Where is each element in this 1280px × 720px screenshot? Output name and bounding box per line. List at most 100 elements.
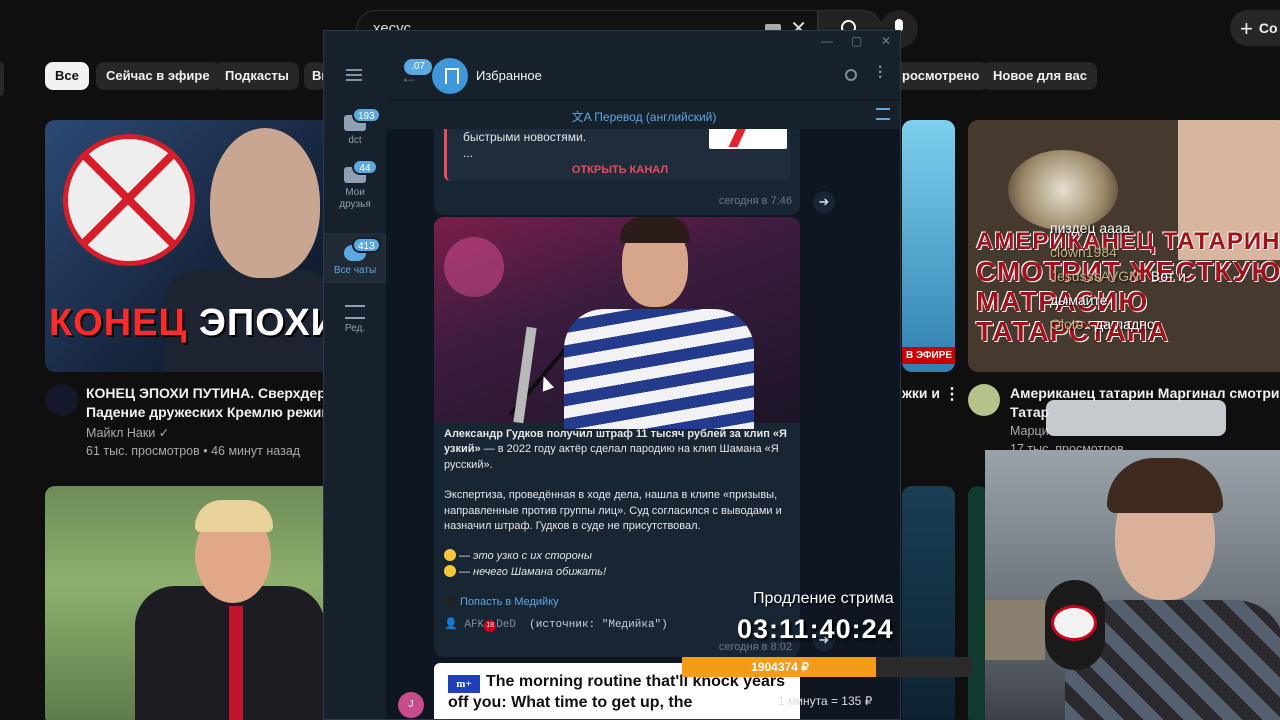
channel-preview: быстрыми новостями.... ОТКРЫТЬ КАНАЛ <box>444 129 790 181</box>
forward-icon[interactable]: ➜ <box>813 191 835 213</box>
chip-podcasts[interactable]: Подкасты <box>215 62 299 90</box>
video-thumbnail-putin[interactable]: КОНЕЦ ЭПОХИ <box>45 120 335 372</box>
folder-label: Ред. <box>344 323 366 334</box>
create-label: Со <box>1258 20 1278 36</box>
translate-text: Перевод (английский) <box>594 110 717 124</box>
thumbnail-caption: КОНЕЦ ЭПОХИ <box>49 302 335 345</box>
caption-red: КОНЕЦ <box>49 302 188 344</box>
menu-icon[interactable] <box>346 69 362 81</box>
streamer-webcam <box>985 450 1280 720</box>
minimize-icon[interactable]: — <box>821 34 833 48</box>
message-photo[interactable] <box>434 217 800 429</box>
chat-message: JesusssAVGN : Вот и <box>1050 264 1280 288</box>
folder-dct[interactable]: 193 dct <box>324 107 386 147</box>
chip-watched[interactable]: росмотрено <box>900 62 990 90</box>
body-text: — в 2022 году актёр сделал пародию на кл… <box>444 443 779 471</box>
folder-label: Мои друзья <box>339 187 371 210</box>
stream-timer: 03:11:40:24 <box>737 614 894 644</box>
emoji-icon <box>444 549 456 562</box>
video-meta: КОНЕЦ ЭПОХИ ПУТИНА. Сверхдержа Падение д… <box>86 384 343 460</box>
chat-message: clown1984 <box>1050 240 1280 264</box>
live-badge: В ЭФИРЕ <box>902 347 955 364</box>
chat-text: дымайте <box>1050 292 1108 308</box>
message-bubble[interactable]: быстрыми новостями.... ОТКРЫТЬ КАНАЛ сег… <box>434 129 800 215</box>
translate-label[interactable]: 文A Перевод (английский) <box>386 108 900 125</box>
video-thumbnail-partial[interactable] <box>902 486 955 720</box>
user-icon: 👤 <box>444 619 458 631</box>
video-title-fragment[interactable]: жки и <box>902 384 940 403</box>
emoji-icon <box>444 564 456 577</box>
chat-message: дымайте <box>1050 288 1280 312</box>
video-thumbnail-trump[interactable] <box>45 486 335 720</box>
link-text: Попасть в Медийку <box>460 596 559 609</box>
reaction-line: — это узко с их стороны <box>444 549 794 564</box>
channel-logo <box>709 129 787 149</box>
video-stats: 61 тыс. просмотров • 46 минут назад <box>86 444 301 458</box>
chip-new-for-you[interactable]: Новое для вас <box>983 62 1097 90</box>
folder-all-chats[interactable]: 413 Все чаты <box>324 233 386 283</box>
signature-ded: DeD <box>496 619 516 631</box>
chip-live-now[interactable]: Сейчас в эфире <box>96 62 220 90</box>
video-thumbnail-live[interactable]: В ЭФИРЕ <box>902 120 955 372</box>
channel-avatar[interactable] <box>46 384 78 416</box>
search-icon[interactable] <box>845 69 857 81</box>
folder-sidebar: 193 dct 44 Мои друзья 413 Все чаты Ред. <box>324 53 386 719</box>
close-icon[interactable]: ✕ <box>881 34 891 48</box>
video-title-line2[interactable]: Падение дружеских Кремлю режимо <box>86 403 343 422</box>
donation-goal-bar: 1904374 ₽ <box>682 657 972 677</box>
settings-icon[interactable] <box>876 108 890 120</box>
thumbnail-hair <box>195 500 273 532</box>
thumbnail-tie <box>229 606 243 720</box>
reaction-text: — это узко с их стороны <box>459 550 592 563</box>
photo-hair <box>620 217 690 243</box>
folder-edit[interactable]: Ред. <box>324 305 386 335</box>
preview-ellipsis: ... <box>463 146 474 160</box>
screen: хесус ✕ + Со Все Сейчас в эфире Подкасты … <box>0 0 1280 720</box>
unread-badge: 44 <box>352 159 378 175</box>
stream-chat-overlay: пиздец аааа clown1984 JesusssAVGN : Вот … <box>1050 216 1280 336</box>
open-channel-button[interactable]: ОТКРЫТЬ КАНАЛ <box>447 164 793 176</box>
webcam-background-object <box>985 600 1045 660</box>
photo-light <box>444 237 504 297</box>
bookmark-icon[interactable] <box>432 58 468 94</box>
donation-rate: 1 минута = 135 ₽ <box>778 694 873 708</box>
thumbnail-face <box>210 128 320 278</box>
folder-friends[interactable]: 44 Мои друзья <box>324 159 386 211</box>
translate-icon: 文A <box>571 110 595 124</box>
folder-label: Все чаты <box>333 265 377 276</box>
chat-input-box <box>1046 400 1226 436</box>
user-avatar[interactable]: J <box>398 692 424 718</box>
video-title-line1[interactable]: КОНЕЦ ЭПОХИ ПУТИНА. Сверхдержа <box>86 384 343 403</box>
photo-sweater <box>564 309 754 429</box>
mic-sticker <box>1051 605 1097 641</box>
plus-icon: + <box>1240 16 1253 41</box>
unread-badge: .07 <box>404 59 432 75</box>
channel-name[interactable]: Майкл Наки <box>86 426 155 440</box>
folder-label: dct <box>348 135 362 146</box>
window-titlebar: — ▢ ✕ <box>324 31 900 53</box>
message-bubble[interactable]: Александр Гудков получил штраф 11 тысяч … <box>434 217 800 657</box>
chat-header: ← .07 Избранное · · · <box>386 53 900 99</box>
translate-bar[interactable]: 文A Перевод (английский) <box>386 99 900 129</box>
message-time: сегодня в 7:46 <box>718 195 792 207</box>
chip-scroll-edge <box>0 62 4 96</box>
create-button[interactable]: + Со <box>1230 10 1280 46</box>
microphone-icon <box>1045 580 1105 670</box>
chat-message: пиздец аааа <box>1050 216 1280 240</box>
stream-timer-label: Продление стрима <box>753 590 894 607</box>
chat-title[interactable]: Избранное <box>476 68 542 83</box>
chip-all[interactable]: Все <box>45 62 89 90</box>
maximize-icon[interactable]: ▢ <box>851 34 862 48</box>
streamer-hair <box>1107 458 1223 513</box>
preview-text: быстрыми новостями.... <box>463 129 586 161</box>
chat-message: Oloto : да ладно <box>1050 312 1280 336</box>
more-icon[interactable]: ⋮ <box>944 384 960 404</box>
chat-nick: JesusssAVGN <box>1050 268 1140 284</box>
article-headline[interactable]: The morning routine that'll knock years … <box>448 671 788 713</box>
chat-nick: clown1984 <box>1050 244 1117 260</box>
channel-icon <box>444 595 456 608</box>
channel-avatar[interactable] <box>968 384 1000 416</box>
more-icon[interactable]: · · · <box>878 60 883 86</box>
channel-link[interactable]: Попасть в Медийку <box>444 595 794 610</box>
chat-nick: Oloto <box>1050 316 1084 332</box>
